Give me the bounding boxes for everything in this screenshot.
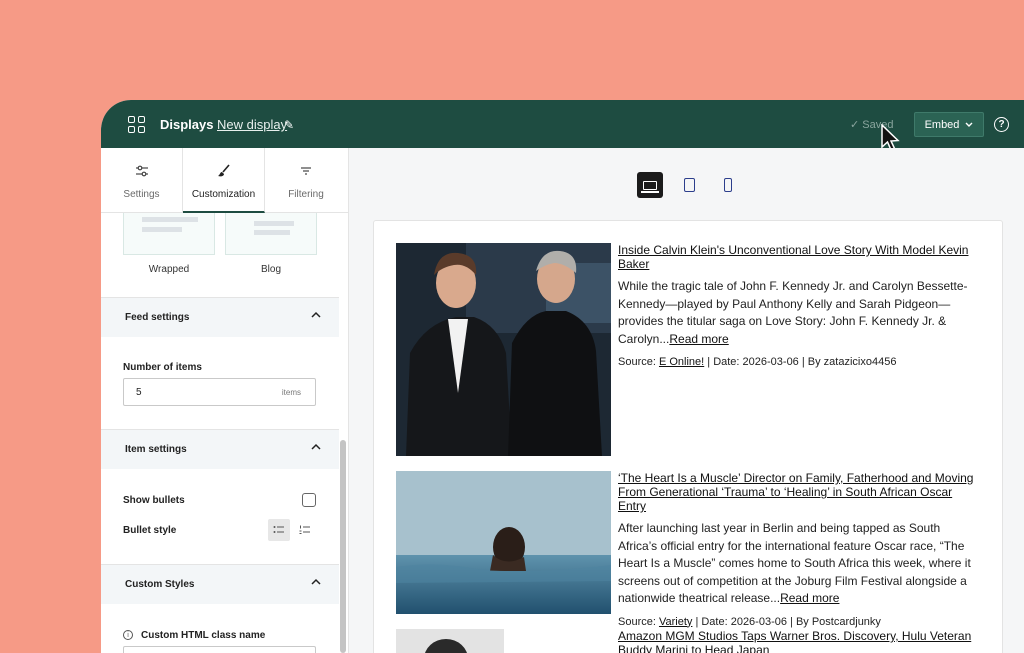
- layout-label-wrapped: Wrapped: [148, 264, 190, 275]
- bullet-style-label: Bullet style: [123, 525, 177, 536]
- feed-item-image[interactable]: [396, 471, 611, 614]
- tab-filtering[interactable]: Filtering: [265, 148, 347, 213]
- custom-class-label: Custom HTML class name: [141, 630, 266, 641]
- numbered-list-icon[interactable]: [294, 519, 316, 541]
- tab-customization[interactable]: Customization: [183, 148, 265, 213]
- help-label: ?: [998, 119, 1005, 130]
- sidebar-tabs: Settings Customization Filtering: [101, 148, 348, 213]
- source-prefix: Source:: [618, 356, 659, 368]
- grid-icon[interactable]: [128, 116, 145, 133]
- custom-class-input[interactable]: [123, 646, 316, 653]
- sidebar-scrollbar[interactable]: [340, 440, 346, 653]
- show-bullets-checkbox[interactable]: [302, 493, 316, 507]
- item-settings-title: Item settings: [125, 444, 187, 455]
- feed-item-description: While the tragic tale of John F. Kennedy…: [618, 278, 980, 348]
- custom-styles-title: Custom Styles: [125, 579, 195, 590]
- chevron-up-icon: [311, 310, 321, 321]
- feed-item-meta: Source: Variety | Date: 2026-03-06 | By …: [618, 616, 980, 628]
- laptop-icon: [641, 180, 659, 193]
- tab-customization-label: Customization: [191, 189, 256, 200]
- feed-item-date-author: | Date: 2026-03-06 | By Postcardjunky: [692, 615, 881, 628]
- brush-icon: [217, 164, 231, 182]
- feed-item: Amazon MGM Studios Taps Warner Bros. Dis…: [396, 629, 986, 653]
- chevron-up-icon: [311, 577, 321, 588]
- number-of-items-value: 5: [136, 386, 142, 398]
- feed-item-body: ‘The Heart Is a Muscle’ Director on Fami…: [618, 471, 980, 628]
- tab-settings-label: Settings: [123, 189, 160, 200]
- source-prefix: Source:: [618, 615, 659, 628]
- tablet-icon: [683, 178, 695, 192]
- item-settings-header[interactable]: Item settings: [101, 429, 339, 469]
- tablet-view-button[interactable]: [676, 172, 702, 198]
- info-icon[interactable]: i: [123, 630, 133, 640]
- feed-item-date-author: | Date: 2026-03-06 | By zatazicixo4456: [704, 356, 897, 368]
- custom-styles-header[interactable]: Custom Styles: [101, 564, 339, 604]
- tab-filtering-label: Filtering: [288, 189, 324, 200]
- app-title: Displays: [160, 117, 214, 132]
- feed-settings-title: Feed settings: [125, 312, 190, 323]
- feed-item-body: Inside Calvin Klein's Unconventional Lov…: [618, 243, 980, 368]
- layout-label-blog: Blog: [260, 264, 281, 275]
- embed-button[interactable]: Embed: [914, 112, 984, 137]
- feed-item-title[interactable]: ‘The Heart Is a Muscle’ Director on Fami…: [618, 471, 980, 513]
- sliders-icon: [135, 164, 149, 182]
- read-more-link[interactable]: Read more: [780, 591, 839, 605]
- number-of-items-label: Number of items: [123, 362, 202, 373]
- phone-icon: [724, 178, 732, 192]
- check-icon: ✓: [850, 119, 863, 131]
- settings-sidebar: Settings Customization Filtering Wrapped…: [101, 148, 349, 653]
- read-more-link[interactable]: Read more: [669, 332, 728, 346]
- filter-icon: [299, 164, 313, 182]
- feed-settings-header[interactable]: Feed settings: [101, 297, 339, 337]
- embed-label: Embed: [924, 118, 960, 131]
- feed-item-image[interactable]: [396, 243, 611, 456]
- feed-item: Inside Calvin Klein's Unconventional Lov…: [396, 243, 986, 456]
- display-name-link[interactable]: New display: [217, 117, 287, 132]
- app-window: Displays New display ✎ ✓ Saved Embed ? S…: [101, 100, 1024, 653]
- help-icon[interactable]: ?: [994, 117, 1009, 132]
- bullet-list-icon[interactable]: [268, 519, 290, 541]
- feed-item-title[interactable]: Amazon MGM Studios Taps Warner Bros. Dis…: [618, 629, 980, 653]
- number-unit: items: [281, 387, 301, 397]
- preview-pane: Inside Calvin Klein's Unconventional Lov…: [349, 148, 1024, 653]
- device-switcher: [637, 172, 741, 198]
- top-bar: Displays New display ✎ ✓ Saved Embed ?: [101, 100, 1024, 152]
- source-link[interactable]: Variety: [659, 616, 692, 628]
- layout-card-blog[interactable]: [225, 213, 317, 255]
- feed-item: ‘The Heart Is a Muscle’ Director on Fami…: [396, 471, 986, 628]
- feed-item-body: Amazon MGM Studios Taps Warner Bros. Dis…: [618, 629, 980, 653]
- layout-options: [123, 213, 323, 255]
- chevron-up-icon: [311, 442, 321, 453]
- feed-item-description: After launching last year in Berlin and …: [618, 520, 980, 608]
- feed-item-image[interactable]: [396, 629, 504, 653]
- feed-item-meta: Source: E Online! | Date: 2026-03-06 | B…: [618, 356, 980, 368]
- tab-settings[interactable]: Settings: [101, 148, 183, 213]
- feed-item-title[interactable]: Inside Calvin Klein's Unconventional Lov…: [618, 243, 980, 271]
- chevron-down-icon: [965, 122, 973, 127]
- desktop-view-button[interactable]: [637, 172, 663, 198]
- pencil-icon[interactable]: ✎: [284, 118, 294, 132]
- show-bullets-label: Show bullets: [123, 495, 185, 506]
- mobile-view-button[interactable]: [715, 172, 741, 198]
- feed-preview: Inside Calvin Klein's Unconventional Lov…: [373, 220, 1003, 653]
- source-link[interactable]: E Online!: [659, 356, 704, 368]
- layout-card-wrapped[interactable]: [123, 213, 215, 255]
- number-of-items-input[interactable]: 5 items: [123, 378, 316, 406]
